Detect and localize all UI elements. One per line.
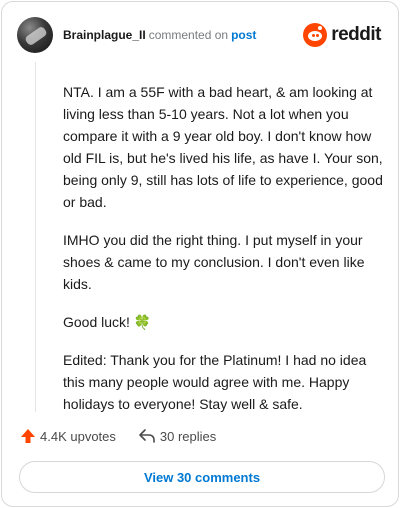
brand-wordmark: reddit [331,24,381,45]
comment-card: Brainplague_II commented on post reddit NT… [1,1,399,507]
upvote-arrow-icon[interactable] [20,428,36,444]
reply-arrow-icon [139,429,155,443]
reply-button[interactable]: 30 replies [138,428,216,444]
comment-paragraph-3: Good luck! 🍀 [63,314,152,330]
comment-paragraph-1: NTA. I am a 55F with a bad heart, & am l… [63,84,383,210]
username-link[interactable]: Brainplague_II [63,28,146,42]
comment-footer: 4.4K upvotes 30 replies [20,426,216,446]
reddit-logo[interactable]: reddit [303,23,381,47]
comment-header: Brainplague_II commented on post reddit [17,17,383,53]
comment-paragraph-4: Edited: Thank you for the Platinum! I ha… [63,352,367,412]
avatar[interactable] [17,17,53,53]
post-link[interactable]: post [231,28,256,42]
upvote-count: 4.4K upvotes [40,428,116,444]
comment-paragraph-2: IMHO you did the right thing. I put myse… [63,232,365,292]
reddit-snoo-icon [303,23,328,47]
reply-count: 30 replies [159,428,217,444]
thread-line[interactable] [35,62,36,412]
comment-body: NTA. I am a 55F with a bad heart, & am l… [63,81,383,431]
comment-meta: Brainplague_II commented on post [63,28,256,42]
view-comments-button[interactable]: View 30 comments [19,461,385,493]
action-text: commented on [148,28,229,42]
